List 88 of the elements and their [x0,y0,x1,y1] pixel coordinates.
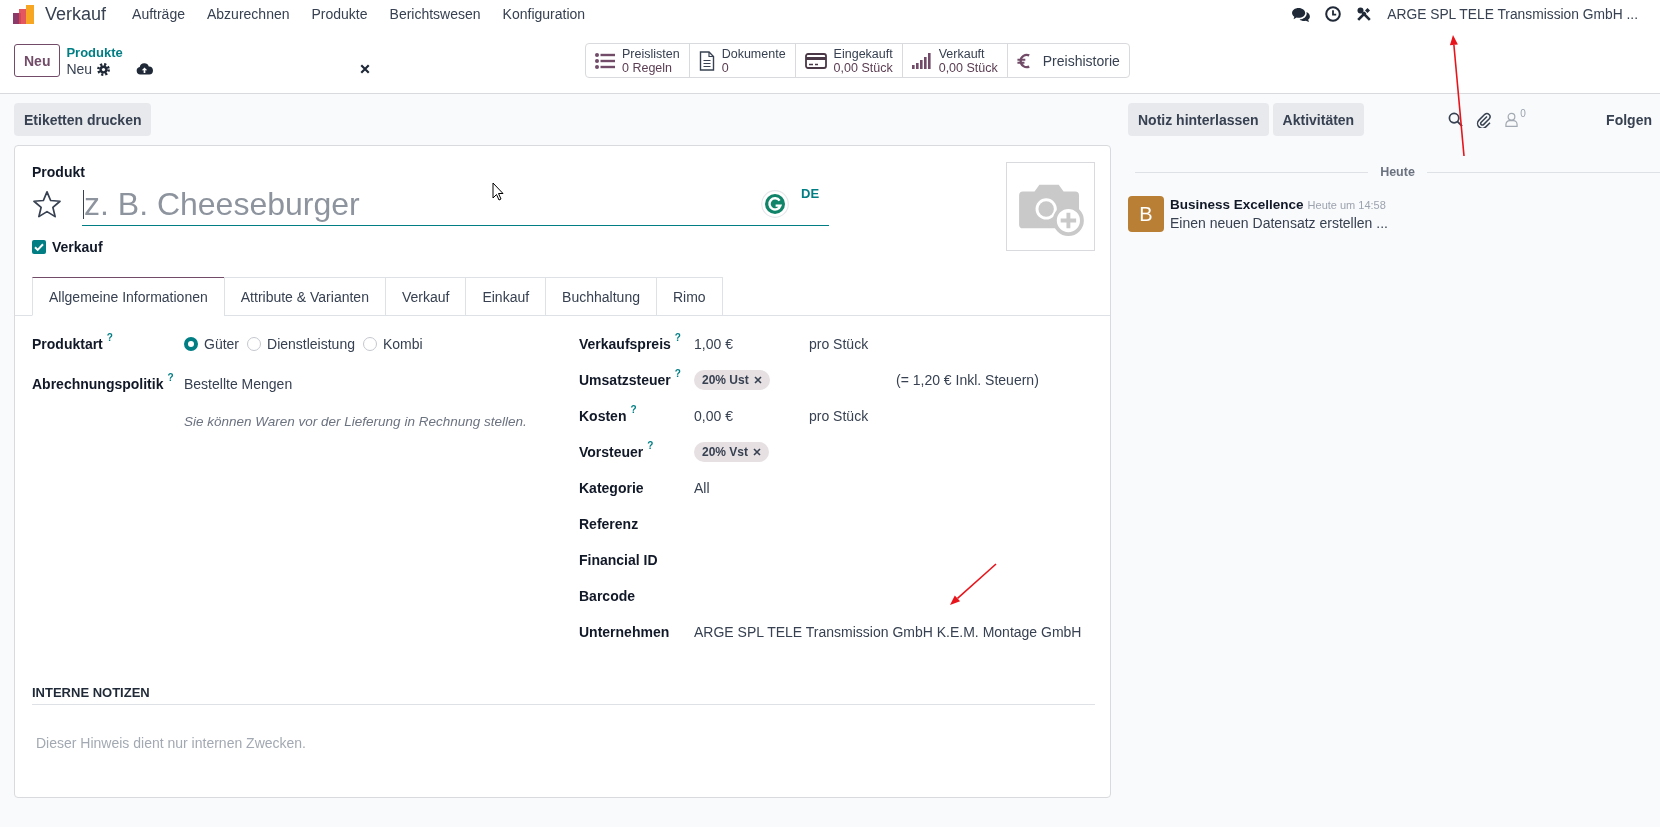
app-name[interactable]: Verkauf [45,3,107,25]
field-value: All [694,480,710,496]
help-mark: ? [630,404,637,415]
stat-button[interactable]: Verkauft 0,00 Stück [901,44,1007,77]
section-title: INTERNE NOTIZEN [32,684,1095,705]
radio-button[interactable] [184,337,198,351]
chat-icon[interactable] [1291,6,1311,22]
notes-field[interactable]: Dieser Hinweis dient nur internen Zwecken. [32,733,1103,773]
app-logo-icon[interactable] [13,4,34,24]
help-mark: ? [106,332,113,343]
field-value: 1,00 € [694,336,734,352]
tag-label: 20% Vst [702,445,749,459]
message-time: Heute um 14:58 [1307,199,1386,211]
radio-label[interactable]: Dienstleistung [267,336,355,352]
clock-icon[interactable] [1325,6,1342,22]
unit-label: pro Stück [809,408,869,424]
radio-label[interactable]: Güter [204,336,239,352]
chatter-button[interactable]: Aktivitäten [1272,103,1365,136]
message-author: Business Excellence [1170,197,1304,212]
help-mark: ? [674,332,681,343]
tools-icon[interactable] [1356,6,1373,22]
field-label: Produktart [32,336,103,352]
checkbox-label[interactable]: Verkauf [52,239,103,255]
help-mark: ? [674,368,681,379]
g-badge-icon[interactable] [761,190,789,218]
menu-item[interactable]: Berichtswesen [378,6,492,22]
field-label: Referenz [579,516,639,532]
field-label: Financial ID [579,552,658,568]
menu-item[interactable]: Produkte [300,6,379,22]
field-label: Barcode [579,588,636,604]
menu-item[interactable]: Konfiguration [491,6,597,22]
tag-label: 20% Ust [702,373,749,387]
breadcrumb-link[interactable]: Produkte [66,43,123,61]
unit-label: pro Stück [809,336,869,352]
list-icon [595,52,615,69]
help-mark: ? [647,440,654,451]
field-label: Kosten [579,408,627,424]
field-label: Produkt [32,163,85,182]
print-labels-button[interactable]: Etiketten drucken [14,103,152,136]
stat-button[interactable]: Preislisten 0 Regeln [586,44,689,77]
language-button[interactable]: DE [801,186,820,201]
stat-button[interactable]: Dokumente 0 [688,44,795,77]
remove-icon[interactable] [753,448,762,456]
menu-item[interactable]: Abzurechnen [196,6,301,22]
close-icon[interactable] [360,64,371,74]
field-value: 0,00 € [694,408,734,424]
settings-icon[interactable] [97,62,111,76]
tab[interactable]: Attribute & Varianten [223,277,386,316]
checkbox[interactable] [32,240,46,254]
field-label: Abrechnungspolitik [32,376,164,392]
field-label: Vorsteuer [579,444,644,460]
radio-button[interactable] [362,337,377,351]
field-label: Verkaufspreis [579,336,671,352]
euro-icon [1016,51,1031,70]
radio-label[interactable]: Kombi [382,336,423,352]
radio-button[interactable] [247,337,261,351]
field-value: Bestellte Mengen [184,376,293,392]
tax-note: (= 1,20 € Inkl. Steuern) [896,372,1039,388]
stat-button[interactable]: Eingekauft 0,00 Stück [794,44,902,77]
stat-button[interactable]: Preishistorie [1006,44,1129,77]
field-value: ARGE SPL TELE Transmission GmbH K.E.M. Montage GmbH [694,624,1082,640]
follow-button[interactable]: Folgen [1606,111,1652,128]
field-label: Umsatzsteuer [579,372,671,388]
paperclip-icon[interactable] [1476,111,1493,128]
document-icon [698,50,715,71]
remove-icon[interactable] [753,376,762,384]
help-mark: ? [167,372,174,383]
date-separator: Heute [1379,165,1416,179]
field-label: Kategorie [579,480,644,496]
field-label: Unternehmen [579,624,670,640]
mouse-pointer-icon [492,182,504,201]
company-switcher[interactable]: ARGE SPL TELE Transmission GmbH ... [1387,6,1638,22]
follower-count: 0 [1520,108,1526,119]
field-hint: Sie können Waren vor der Lieferung in Rechnung stellen. [184,413,528,431]
star-icon[interactable] [32,190,62,220]
cloud-upload-icon[interactable] [136,63,154,75]
breadcrumb-current: Neu [66,60,93,78]
new-button[interactable]: Neu [14,44,61,77]
avatar: B [1128,196,1164,232]
text-caret [83,190,84,219]
menu-item[interactable]: Aufträge [121,6,196,22]
chatter-button[interactable]: Notiz hinterlassen [1128,103,1269,136]
search-icon[interactable] [1448,112,1464,127]
message-text: Einen neuen Datensatz erstellen ... [1170,215,1388,231]
tab[interactable]: Allgemeine Informationen [32,277,225,316]
signal-bars-icon [911,52,932,69]
credit-card-icon [804,52,827,69]
tab[interactable]: Rimo [655,277,723,316]
